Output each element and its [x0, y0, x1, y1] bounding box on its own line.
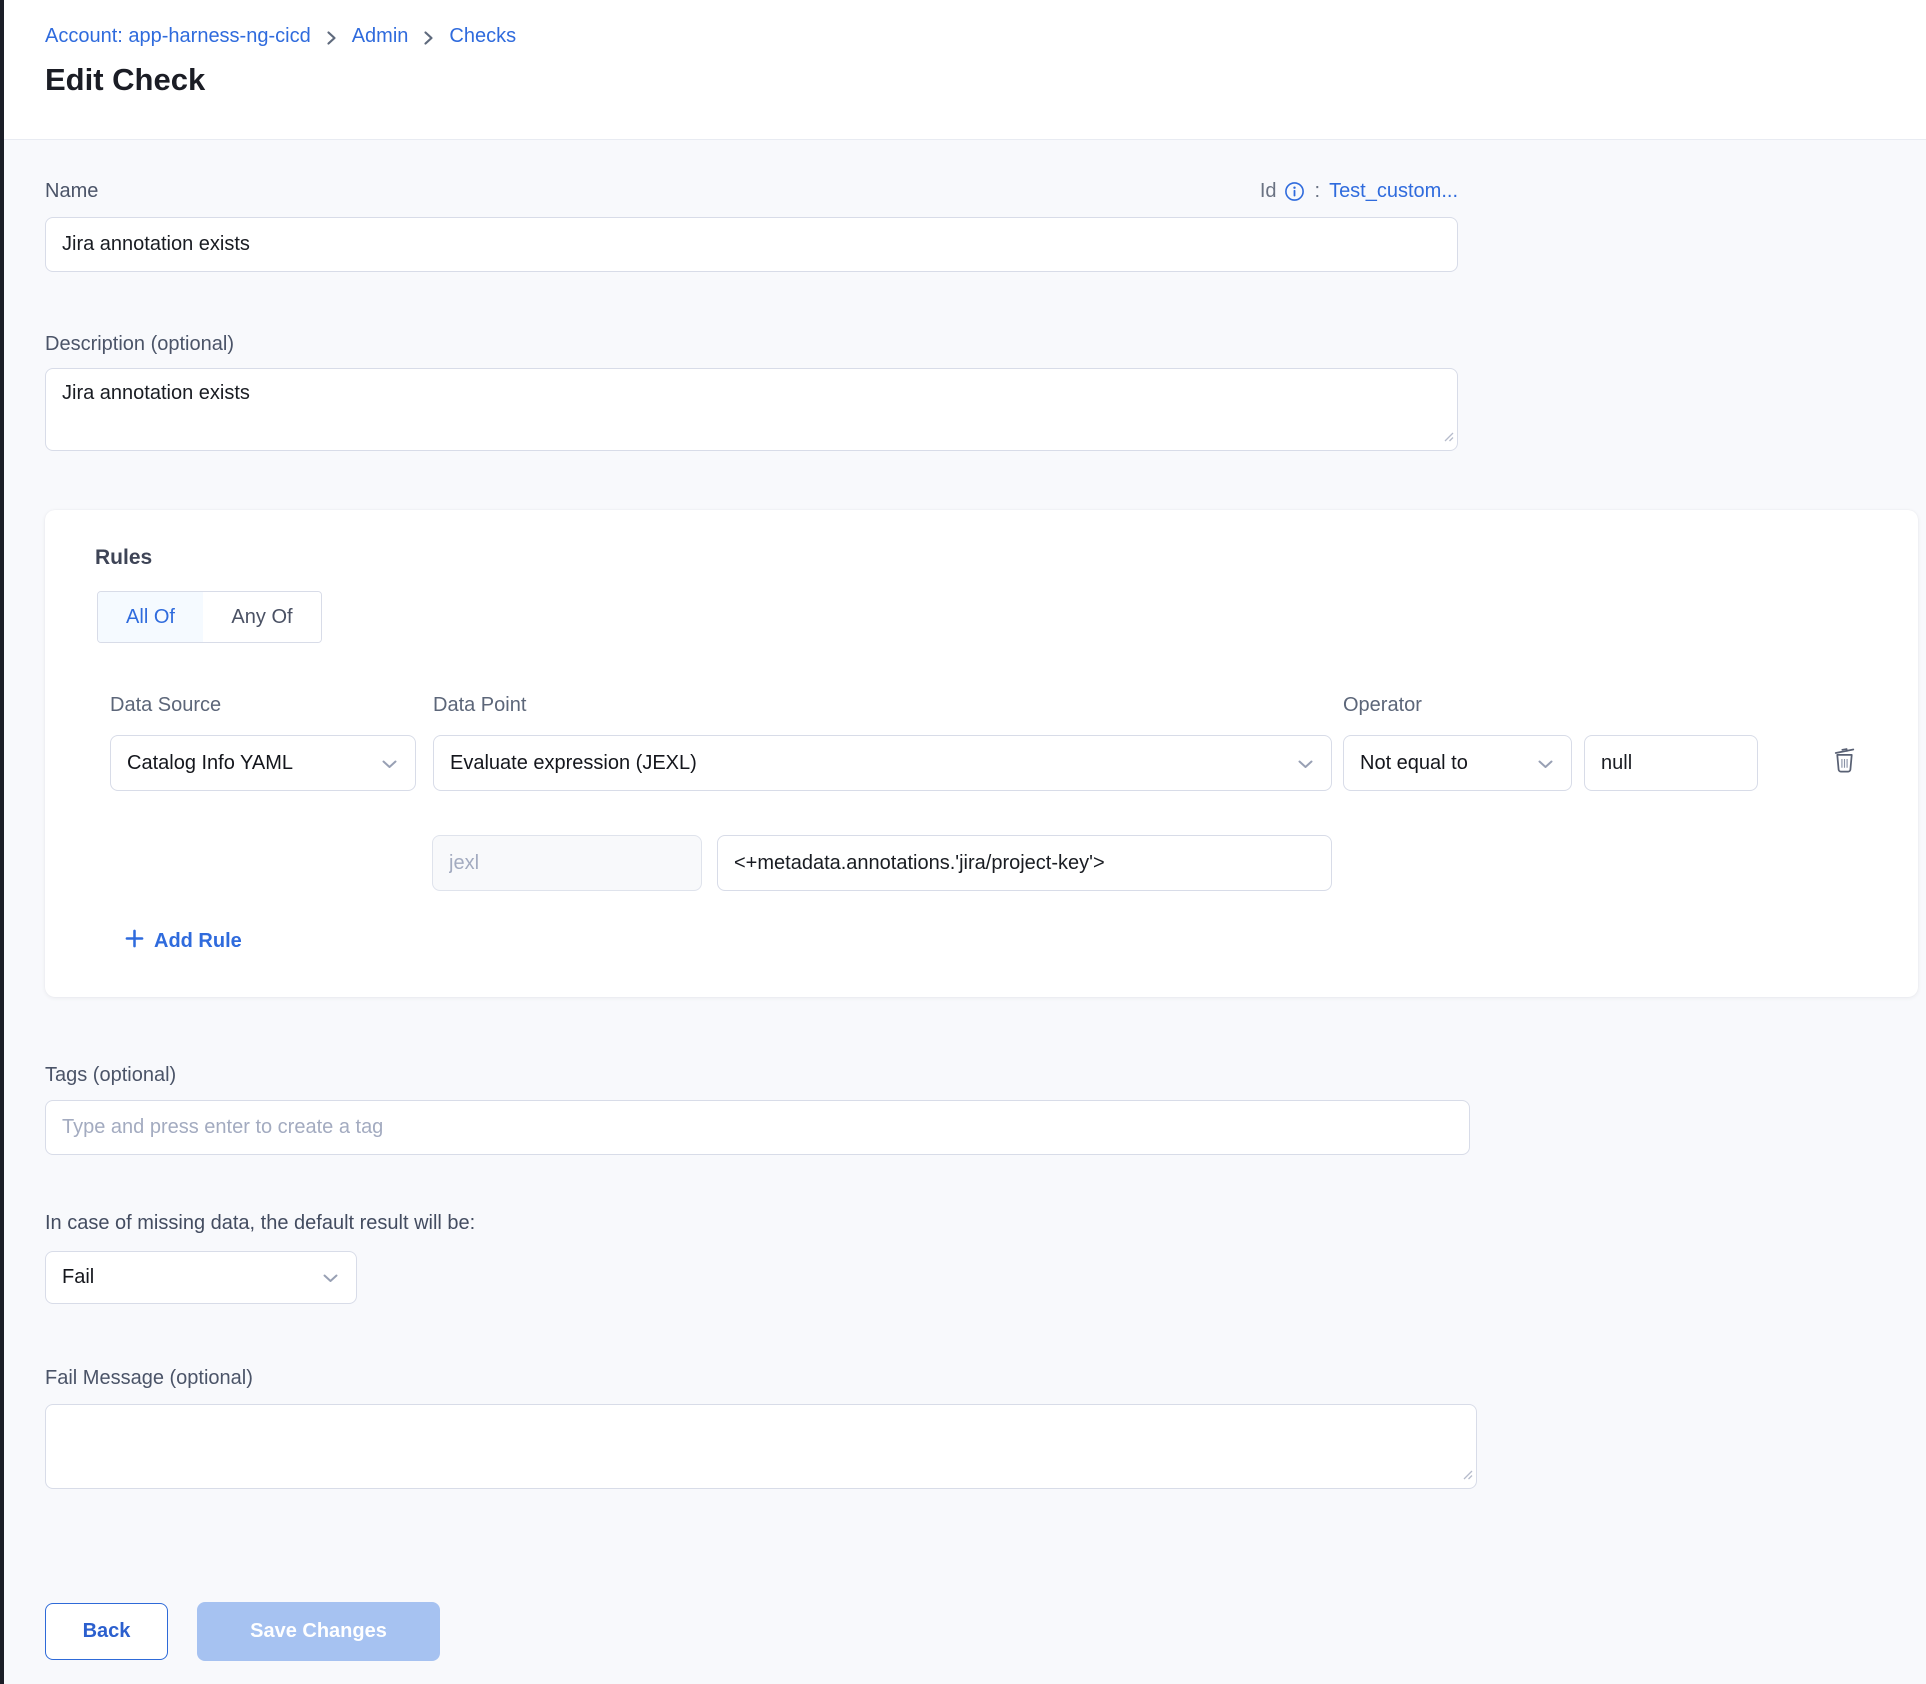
form-actions: Back Save Changes [45, 1602, 1926, 1661]
data-source-select[interactable]: Catalog Info YAML [110, 735, 416, 791]
rules-heading: Rules [95, 546, 1918, 570]
tags-input[interactable] [45, 1100, 1470, 1155]
check-id-link[interactable]: Test_custom... [1329, 180, 1458, 203]
description-field: Jira annotation exists [45, 368, 1458, 451]
data-point-column: Data Point Evaluate expression (JEXL) [433, 695, 1332, 791]
fail-message-field [45, 1404, 1477, 1489]
chevron-right-icon [422, 30, 435, 46]
edit-check-form: Name Id : Test_custom... Description (op… [4, 176, 1926, 1661]
name-label: Name [45, 180, 98, 202]
check-id-row: Id : Test_custom... [1260, 180, 1458, 203]
rule-row: Data Source Catalog Info YAML Data Point… [110, 695, 1918, 791]
id-separator: : [1315, 180, 1321, 203]
default-result-value: Fail [62, 1266, 94, 1289]
data-source-value: Catalog Info YAML [127, 752, 293, 775]
info-icon[interactable] [1284, 181, 1305, 202]
chevron-down-icon [382, 752, 397, 775]
breadcrumb-account-link[interactable]: Account: app-harness-ng-cicd [45, 25, 311, 48]
operator-column: Operator Not equal to [1343, 695, 1572, 791]
operator-value: Not equal to [1360, 752, 1468, 775]
delete-rule-button[interactable] [1831, 744, 1858, 778]
operator-select[interactable]: Not equal to [1343, 735, 1572, 791]
data-point-label: Data Point [433, 695, 1332, 715]
name-id-row: Name Id : Test_custom... [45, 176, 1458, 206]
tags-label: Tags (optional) [45, 1064, 1926, 1086]
add-rule-button[interactable]: Add Rule [125, 929, 242, 954]
data-source-column: Data Source Catalog Info YAML [110, 695, 416, 791]
edit-check-page: Account: app-harness-ng-cicd Admin Check… [4, 0, 1926, 1661]
page-header: Account: app-harness-ng-cicd Admin Check… [4, 0, 1926, 140]
window-edge-bar [0, 0, 4, 1684]
jexl-input[interactable] [432, 835, 702, 891]
breadcrumb-checks-link[interactable]: Checks [449, 25, 516, 48]
default-result-select[interactable]: Fail [45, 1251, 357, 1304]
data-point-value: Evaluate expression (JEXL) [450, 752, 697, 775]
rules-mode-toggle: All Of Any Of [97, 591, 322, 643]
breadcrumb: Account: app-harness-ng-cicd Admin Check… [45, 25, 1926, 48]
fail-message-textarea[interactable] [45, 1404, 1477, 1489]
resize-handle-icon[interactable] [1440, 428, 1454, 447]
jexl-expression-row [432, 835, 1918, 891]
data-source-label: Data Source [110, 695, 416, 715]
save-changes-button[interactable]: Save Changes [197, 1602, 440, 1661]
comparison-value-input[interactable] [1584, 735, 1758, 791]
name-input[interactable] [45, 217, 1458, 272]
add-rule-label: Add Rule [154, 930, 242, 953]
plus-icon [125, 929, 154, 954]
chevron-down-icon [323, 1266, 338, 1289]
resize-handle-icon[interactable] [1459, 1466, 1473, 1485]
chevron-down-icon [1538, 752, 1553, 775]
expression-input[interactable] [717, 835, 1332, 891]
breadcrumb-admin-link[interactable]: Admin [352, 25, 409, 48]
missing-data-label: In case of missing data, the default res… [45, 1212, 1926, 1234]
trash-icon [1831, 744, 1858, 778]
back-button[interactable]: Back [45, 1603, 168, 1660]
any-of-tab[interactable]: Any Of [203, 592, 321, 642]
data-point-select[interactable]: Evaluate expression (JEXL) [433, 735, 1332, 791]
fail-message-label: Fail Message (optional) [45, 1367, 1926, 1389]
chevron-right-icon [325, 30, 338, 46]
rules-card: Rules All Of Any Of Data Source Catalog … [45, 510, 1918, 997]
operator-label: Operator [1343, 695, 1572, 715]
id-label: Id [1260, 180, 1277, 203]
chevron-down-icon [1298, 752, 1313, 775]
description-label: Description (optional) [45, 333, 1926, 355]
description-textarea[interactable]: Jira annotation exists [45, 368, 1458, 451]
page-title: Edit Check [45, 63, 1926, 97]
all-of-tab[interactable]: All Of [98, 592, 203, 642]
